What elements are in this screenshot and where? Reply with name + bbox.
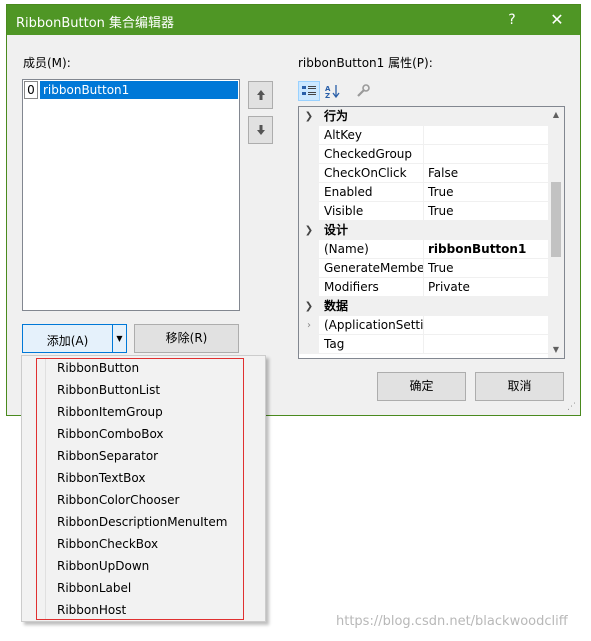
move-down-button[interactable] [248,116,273,144]
category-row[interactable]: ❯ 数据 [299,297,549,316]
property-row[interactable]: Tag [299,335,549,354]
property-row[interactable]: (Name) ribbonButton1 [299,240,549,259]
cancel-button[interactable]: 取消 [475,372,564,401]
menu-item-ribboncheckbox[interactable]: RibbonCheckBox [57,533,158,555]
chevron-down-icon[interactable]: ▼ [112,325,126,352]
property-value[interactable]: False [424,164,549,183]
property-value[interactable]: True [424,183,549,202]
watermark: https://blog.csdn.net/blackwoodcliff [336,614,568,629]
remove-button[interactable]: 移除(R) [134,324,239,353]
property-name: GenerateMembe [319,259,424,278]
help-button[interactable]: ? [500,9,524,31]
property-grid-scrollbar[interactable]: ▲ ▼ [548,107,564,358]
list-item-name[interactable]: ribbonButton1 [40,81,238,99]
members-label: 成员(M): [23,56,71,70]
arrow-down-icon [256,125,265,135]
list-item[interactable]: 0 ribbonButton1 [23,81,239,99]
scroll-up-icon[interactable]: ▲ [548,107,564,123]
alphabetical-button[interactable]: A Z [322,81,344,101]
property-name: AltKey [319,126,424,145]
menu-item-ribbonhost[interactable]: RibbonHost [57,599,126,621]
svg-text:Z: Z [325,92,330,98]
menu-item-ribbonbutton[interactable]: RibbonButton [57,357,139,379]
ok-button[interactable]: 确定 [377,372,466,401]
close-button[interactable]: ✕ [544,9,570,31]
window-title: RibbonButton 集合编辑器 [16,16,175,31]
title-bar: RibbonButton 集合编辑器 ? ✕ [7,5,580,35]
scroll-down-icon[interactable]: ▼ [548,342,564,358]
menu-item-ribbonbuttonlist[interactable]: RibbonButtonList [57,379,160,401]
resize-grip-icon[interactable]: ⋰ [567,402,577,412]
property-value[interactable] [424,335,549,354]
property-name: (ApplicationSettir [319,316,424,335]
property-value[interactable]: Private [424,278,549,297]
categorized-button[interactable] [298,81,320,101]
property-name: Enabled [319,183,424,202]
property-name: CheckOnClick [319,164,424,183]
property-value[interactable]: True [424,202,549,221]
category-name: 数据 [324,299,349,313]
property-name: Visible [319,202,424,221]
category-row[interactable]: ❯ 行为 [299,107,549,126]
property-value[interactable]: True [424,259,549,278]
collapse-icon[interactable]: ❯ [299,221,319,240]
property-value[interactable] [424,126,549,145]
collapse-icon[interactable]: ❯ [299,107,319,126]
property-row[interactable]: Visible True [299,202,549,221]
add-item-dropdown-menu: RibbonButton RibbonButtonList RibbonItem… [21,355,266,622]
menu-item-ribboncombobox[interactable]: RibbonComboBox [57,423,164,445]
property-row[interactable]: CheckOnClick False [299,164,549,183]
menu-item-ribbonseparator[interactable]: RibbonSeparator [57,445,158,467]
property-value[interactable]: ribbonButton1 [424,240,549,259]
menu-item-ribbonitemgroup[interactable]: RibbonItemGroup [57,401,163,423]
property-name: (Name) [319,240,424,259]
menu-item-ribbondescriptionmenuitem[interactable]: RibbonDescriptionMenuItem [57,511,227,533]
members-list[interactable]: 0 ribbonButton1 [22,79,240,311]
add-button[interactable]: 添加(A) ▼ [22,324,127,353]
sort-az-icon: A Z [325,85,340,98]
property-name: Tag [319,335,424,354]
category-row[interactable]: ❯ 设计 [299,221,549,240]
expand-icon[interactable]: › [299,316,319,335]
property-row[interactable]: CheckedGroup [299,145,549,164]
menu-item-ribboncolorchooser[interactable]: RibbonColorChooser [57,489,179,511]
property-value[interactable] [424,316,549,335]
property-row[interactable]: AltKey [299,126,549,145]
category-name: 设计 [324,223,349,237]
add-button-label: 添加(A) [46,334,89,348]
category-name: 行为 [324,109,349,123]
menu-item-ribbonlabel[interactable]: RibbonLabel [57,577,131,599]
property-name: CheckedGroup [319,145,424,164]
scroll-thumb[interactable] [551,182,561,257]
property-grid[interactable]: ❯ 行为 AltKey CheckedGroup CheckOnClick Fa… [298,106,565,359]
wrench-icon [357,84,370,97]
property-row[interactable]: › (ApplicationSettir [299,316,549,335]
property-row[interactable]: Modifiers Private [299,278,549,297]
property-row[interactable]: Enabled True [299,183,549,202]
property-name: Modifiers [319,278,424,297]
properties-label: ribbonButton1 属性(P): [298,56,433,70]
property-row[interactable]: GenerateMembe True [299,259,549,278]
collapse-icon[interactable]: ❯ [299,297,319,316]
arrow-up-icon [256,90,265,100]
menu-item-ribbontextbox[interactable]: RibbonTextBox [57,467,145,489]
list-item-index: 0 [24,81,38,99]
categorized-icon [302,86,316,95]
menu-item-ribbonupdown[interactable]: RibbonUpDown [57,555,149,577]
property-pages-button[interactable] [352,81,374,101]
menu-icon-column [24,358,46,619]
move-up-button[interactable] [248,81,273,109]
property-value[interactable] [424,145,549,164]
